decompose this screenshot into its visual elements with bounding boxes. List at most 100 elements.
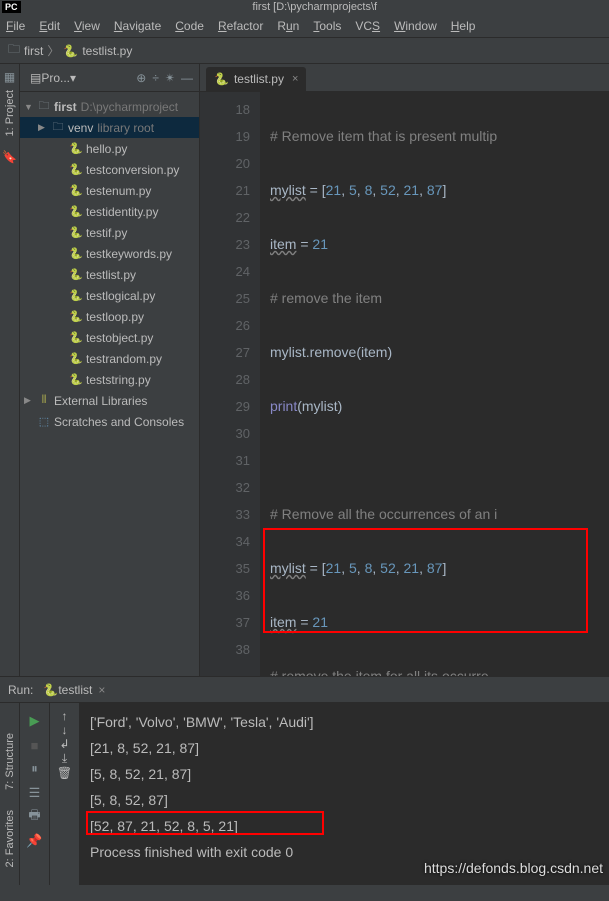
close-icon[interactable]: ×	[98, 683, 105, 697]
python-file-icon: 🐍	[68, 310, 84, 323]
menu-tools[interactable]: Tools	[313, 19, 341, 33]
tree-file[interactable]: 🐍testif.py	[20, 222, 199, 243]
console-output[interactable]: ['Ford', 'Volvo', 'BMW', 'Tesla', 'Audi'…	[80, 703, 609, 885]
menu-code[interactable]: Code	[175, 19, 204, 33]
target-icon[interactable]: ⊕	[136, 71, 146, 85]
code-body[interactable]: # Remove item that is present multip myl…	[260, 92, 609, 676]
menu-file[interactable]: File	[6, 19, 25, 33]
run-header: Run: 🐍 testlist ×	[0, 677, 609, 703]
python-file-icon: 🐍	[68, 142, 84, 155]
favorites-tab[interactable]: 2: Favorites	[4, 810, 16, 867]
python-file-icon: 🐍	[68, 184, 84, 197]
window-title: first [D:\pycharmprojects\f	[21, 1, 609, 13]
tree-scratches[interactable]: ⬚Scratches and Consoles	[20, 411, 199, 432]
console-line: [5, 8, 52, 21, 87]	[90, 761, 599, 787]
collapse-icon[interactable]: ÷	[152, 71, 159, 85]
tree-file[interactable]: 🐍testlogical.py	[20, 285, 199, 306]
project-panel-header: ▤ Pro... ▾ ⊕ ÷ ✴ —	[20, 64, 199, 92]
tree-file[interactable]: 🐍testlist.py	[20, 264, 199, 285]
breadcrumb-separator: 〉	[47, 42, 59, 59]
python-file-icon: 🐍	[68, 205, 84, 218]
print-icon[interactable]: 🖶	[23, 805, 47, 829]
menu-edit[interactable]: Edit	[39, 19, 60, 33]
up-icon[interactable]: ↑	[62, 709, 68, 723]
run-toolbar-left: ▶ ■ ⏸ ☰ 🖶 📌	[20, 703, 50, 885]
watermark: https://defonds.blog.csdn.net	[424, 855, 603, 881]
console-line: [5, 8, 52, 87]	[90, 787, 599, 813]
scratch-icon: ⬚	[36, 415, 52, 428]
menu-help[interactable]: Help	[451, 19, 476, 33]
run-tab[interactable]: testlist	[58, 683, 92, 697]
tree-file[interactable]: 🐍testloop.py	[20, 306, 199, 327]
tree-file[interactable]: 🐍testenum.py	[20, 180, 199, 201]
structure-tab[interactable]: 7: Structure	[4, 733, 16, 790]
python-file-icon: 🐍	[68, 247, 84, 260]
run-label: Run:	[8, 683, 33, 697]
tree-file[interactable]: 🐍testidentity.py	[20, 201, 199, 222]
gutter: 1819202122232425262728293031323334353637…	[200, 92, 260, 676]
python-file-icon: 🐍	[68, 331, 84, 344]
tree-file[interactable]: 🐍hello.py	[20, 138, 199, 159]
tree-file[interactable]: 🐍testconversion.py	[20, 159, 199, 180]
menu-view[interactable]: View	[74, 19, 100, 33]
bookmark-icon[interactable]: 🔖	[2, 150, 17, 164]
pin-icon[interactable]: 📌	[23, 829, 47, 853]
softwrap-icon[interactable]: ↲	[59, 737, 69, 751]
rerun-icon[interactable]: ▶	[23, 709, 47, 733]
python-file-icon: 🐍	[68, 352, 84, 365]
close-icon[interactable]: ×	[292, 73, 298, 85]
tree-file[interactable]: 🐍testobject.py	[20, 327, 199, 348]
python-file-icon: 🐍	[43, 683, 58, 697]
tab-label: testlist.py	[234, 72, 284, 86]
project-tab[interactable]: 1: Project	[4, 90, 16, 136]
menu-navigate[interactable]: Navigate	[114, 19, 161, 33]
python-file-icon: 🐍	[68, 268, 84, 281]
down-icon[interactable]: ↓	[62, 723, 68, 737]
tree-file[interactable]: 🐍testkeywords.py	[20, 243, 199, 264]
breadcrumb-file[interactable]: testlist.py	[82, 44, 132, 58]
window-titlebar: PC first [D:\pycharmprojects\f	[0, 0, 609, 14]
editor-tab[interactable]: 🐍 testlist.py ×	[206, 67, 306, 91]
stop-icon[interactable]: ■	[23, 733, 47, 757]
folder-icon: 🗀	[36, 97, 52, 116]
code-editor[interactable]: 1819202122232425262728293031323334353637…	[200, 92, 609, 676]
breadcrumb: 🗀 first 〉 🐍 testlist.py	[0, 38, 609, 64]
project-tool-icon[interactable]: ▦	[4, 70, 15, 84]
python-file-icon: 🐍	[68, 373, 84, 386]
left-gutter-tabs: ▦ 1: Project 🔖	[0, 64, 20, 676]
menu-vcs[interactable]: VCS	[355, 19, 380, 33]
console-line: [52, 87, 21, 52, 8, 5, 21]	[90, 813, 599, 839]
python-file-icon: 🐍	[68, 289, 84, 302]
scroll-icon[interactable]: ⤓	[62, 751, 67, 766]
settings-icon[interactable]: ✴	[165, 71, 175, 85]
run-panel: Run: 🐍 testlist × 7: Structure 2: Favori…	[0, 676, 609, 885]
python-file-icon: 🐍	[63, 44, 78, 58]
tree-file[interactable]: 🐍testrandom.py	[20, 348, 199, 369]
tree-ext-libs[interactable]: ▶⫴External Libraries	[20, 390, 199, 411]
breadcrumb-root[interactable]: first	[24, 44, 43, 58]
pause-icon[interactable]: ⏸	[23, 757, 47, 781]
menu-window[interactable]: Window	[394, 19, 437, 33]
tree-root[interactable]: ▼🗀 first D:\pycharmproject	[20, 96, 199, 117]
project-panel: ▤ Pro... ▾ ⊕ ÷ ✴ — ▼🗀 first D:\pycharmpr…	[20, 64, 200, 676]
tree-venv[interactable]: ▶🗀 venv library root	[20, 117, 199, 138]
python-file-icon: 🐍	[68, 163, 84, 176]
library-icon: 🗀	[50, 118, 66, 137]
run-left-gutter: 7: Structure 2: Favorites	[0, 703, 20, 885]
console-line: ['Ford', 'Volvo', 'BMW', 'Tesla', 'Audi'…	[90, 709, 599, 735]
tree-file[interactable]: 🐍teststring.py	[20, 369, 199, 390]
dump-icon[interactable]: ☰	[23, 781, 47, 805]
folder-icon: 🗀	[8, 40, 20, 61]
editor-tabs: 🐍 testlist.py ×	[200, 64, 609, 92]
project-tree: ▼🗀 first D:\pycharmproject ▶🗀 venv libra…	[20, 92, 199, 676]
hide-icon[interactable]: —	[181, 71, 193, 85]
editor-area: 🐍 testlist.py × 181920212223242526272829…	[200, 64, 609, 676]
project-panel-title[interactable]: ▤ Pro... ▾	[30, 71, 130, 85]
menu-run[interactable]: Run	[277, 19, 299, 33]
app-badge: PC	[2, 1, 21, 13]
clear-icon[interactable]: 🗑	[57, 766, 72, 780]
menu-refactor[interactable]: Refactor	[218, 19, 263, 33]
run-toolbar-right: ↑ ↓ ↲ ⤓ 🗑	[50, 703, 80, 885]
python-file-icon: 🐍	[68, 226, 84, 239]
console-line: [21, 8, 52, 21, 87]	[90, 735, 599, 761]
